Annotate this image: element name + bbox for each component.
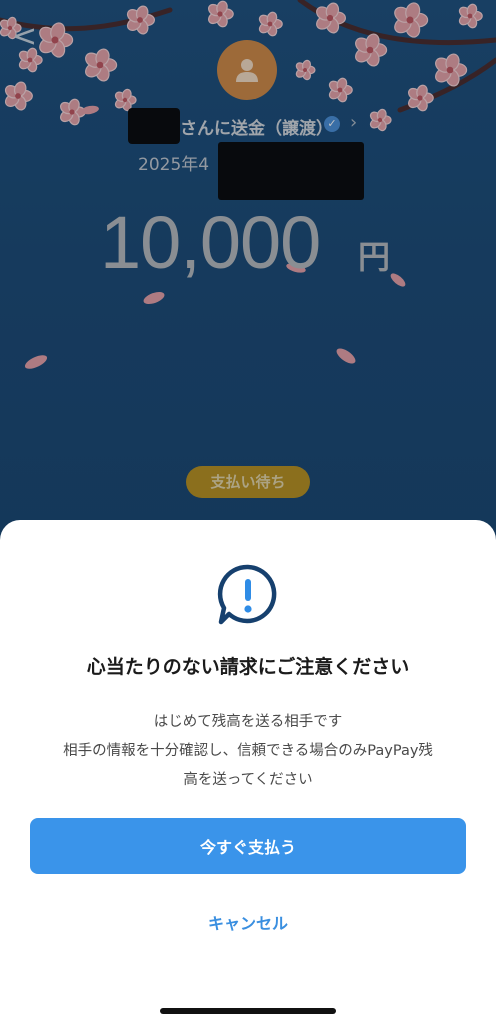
payment-screen: < さんに送金（譲渡） ✓ › 2025年4 10,000 円 支払い待ち 心当…	[0, 0, 496, 1024]
dialog-message: はじめて残高を送る相手です 相手の情報を十分確認し、信頼できる場合のみPayPa…	[24, 708, 472, 795]
cancel-button[interactable]: キャンセル	[0, 910, 496, 934]
exclamation-speech-bubble-icon	[217, 564, 277, 625]
dialog-message-line: 高を送ってください	[183, 772, 313, 788]
dialog-message-line: はじめて残高を送る相手です	[153, 714, 343, 730]
pay-now-button[interactable]: 今すぐ支払う	[30, 818, 466, 874]
home-indicator	[160, 1008, 336, 1014]
warning-bottom-sheet: 心当たりのない請求にご注意ください はじめて残高を送る相手です 相手の情報を十分…	[0, 520, 496, 1024]
dialog-message-line: 相手の情報を十分確認し、信頼できる場合のみPayPay残	[63, 743, 433, 759]
dialog-title: 心当たりのない請求にご注意ください	[86, 656, 410, 678]
